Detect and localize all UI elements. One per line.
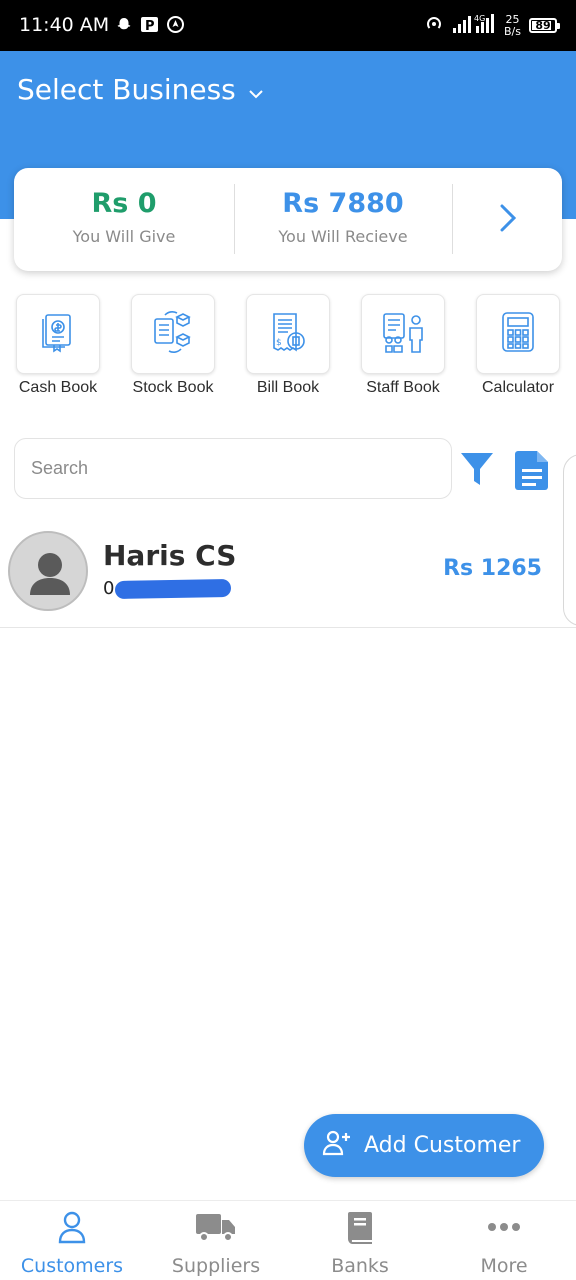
nav-suppliers[interactable]: Suppliers: [144, 1207, 288, 1277]
tool-label: Calculator: [481, 379, 555, 396]
snapchat-icon: [114, 14, 133, 35]
tool-label: Bill Book: [256, 379, 320, 396]
quick-tools: Cash Book Stock Book $ Bill Book Staff B…: [0, 294, 576, 404]
svg-text:$: $: [276, 338, 282, 348]
svg-text:P: P: [145, 19, 155, 34]
customer-name: Haris CS: [103, 539, 237, 572]
balance-summary-card: Rs 0 You Will Give Rs 7880 You Will Reci…: [14, 168, 562, 271]
person-icon: [0, 1207, 144, 1247]
truck-icon: [144, 1207, 288, 1247]
tool-cash-book[interactable]: Cash Book: [2, 294, 114, 397]
parking-icon: P: [140, 14, 159, 35]
give-amount: Rs 0: [91, 188, 157, 219]
receive-amount: Rs 7880: [282, 188, 404, 219]
receive-label: You Will Recieve: [278, 227, 408, 246]
customer-balance: Rs 1265: [443, 556, 542, 581]
customer-phone: 0: [103, 578, 115, 599]
calculator-tile[interactable]: [476, 294, 560, 374]
customer-row[interactable]: Haris CS 0 Rs 1265: [0, 530, 576, 628]
bill-book-tile[interactable]: $: [246, 294, 330, 374]
chevron-right-icon: [498, 202, 518, 239]
battery-level: 89: [535, 19, 551, 32]
cash-book-tile[interactable]: [16, 294, 100, 374]
nav-label: Customers: [20, 1255, 124, 1277]
filter-button[interactable]: [459, 450, 495, 488]
chevron-down-icon: [248, 73, 264, 106]
staff-book-icon: [380, 310, 426, 359]
tool-label: Cash Book: [18, 379, 98, 396]
status-bar: 11:40 AM P 4G 25 B/s 89: [0, 0, 576, 51]
bottom-navigation: Customers Suppliers Banks More: [0, 1200, 576, 1280]
signal-icon: 4G: [452, 12, 496, 39]
you-will-give-section: Rs 0 You Will Give: [14, 188, 234, 246]
tool-stock-book[interactable]: Stock Book: [117, 294, 229, 397]
business-selector[interactable]: Select Business: [17, 73, 264, 106]
redaction-mark: [114, 578, 232, 600]
location-icon: [166, 14, 185, 35]
staff-book-tile[interactable]: [361, 294, 445, 374]
hotspot-icon: [424, 13, 444, 38]
more-dots-icon: [432, 1207, 576, 1247]
nav-customers[interactable]: Customers: [0, 1207, 144, 1277]
tool-staff-book[interactable]: Staff Book: [347, 294, 459, 397]
status-notification-icons: P: [114, 14, 185, 35]
add-person-icon: [322, 1129, 352, 1162]
calculator-icon: [500, 311, 536, 358]
report-button[interactable]: [514, 449, 550, 491]
nav-more[interactable]: More: [432, 1207, 576, 1277]
battery-icon: 89: [529, 18, 560, 33]
status-time: 11:40 AM: [19, 14, 110, 36]
nav-label: More: [480, 1255, 528, 1277]
speed-value: 25: [505, 12, 520, 26]
tool-label: Stock Book: [132, 379, 214, 396]
person-icon: [30, 553, 70, 595]
tool-calculator[interactable]: Calculator: [462, 294, 574, 397]
add-customer-label: Add Customer: [364, 1133, 521, 1158]
svg-text:4G: 4G: [474, 14, 485, 23]
stock-book-tile[interactable]: [131, 294, 215, 374]
network-speed: 25 B/s: [504, 12, 521, 38]
nav-label: Suppliers: [171, 1255, 261, 1277]
bill-book-icon: $: [268, 310, 308, 359]
cash-book-icon: [38, 311, 78, 358]
book-icon: [288, 1207, 432, 1247]
nav-label: Banks: [331, 1255, 389, 1277]
speed-unit: B/s: [504, 24, 521, 38]
add-customer-button[interactable]: Add Customer: [304, 1114, 544, 1177]
business-selector-label: Select Business: [17, 73, 236, 106]
tool-bill-book[interactable]: $ Bill Book: [232, 294, 344, 397]
you-will-receive-section: Rs 7880 You Will Recieve: [234, 188, 452, 246]
filter-icon: [459, 453, 495, 492]
search-input[interactable]: [14, 438, 452, 499]
give-label: You Will Give: [72, 227, 176, 246]
divider: [452, 184, 453, 254]
summary-details-button[interactable]: [454, 186, 562, 254]
tool-label: Staff Book: [366, 379, 440, 396]
stock-book-icon: [151, 310, 195, 358]
nav-banks[interactable]: Banks: [288, 1207, 432, 1277]
document-icon: [514, 451, 550, 495]
avatar: [8, 531, 88, 611]
